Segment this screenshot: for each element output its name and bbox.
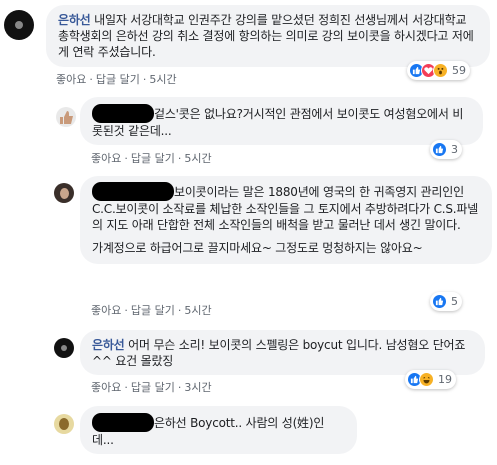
reply-button[interactable]: 답글 달기 (131, 381, 175, 394)
comment-bubble: 보이콧이라는 말은 1880년에 영국의 한 귀족영지 관리인인 C.C.보이콧… (80, 176, 492, 264)
reply-button[interactable]: 답글 달기 (131, 152, 175, 165)
comment-bubble: 은하선 Boycott.. 사람의 성(姓)인데... (80, 406, 357, 454)
comment-author[interactable]: 은하선 (92, 338, 125, 352)
avatar-face (59, 418, 69, 430)
timestamp[interactable]: 3시간 (184, 381, 211, 394)
avatar[interactable] (4, 10, 34, 40)
comment-author[interactable]: 은하선 (58, 13, 91, 27)
redacted-author (92, 413, 154, 432)
haha-icon (419, 372, 434, 387)
avatar[interactable] (54, 338, 74, 358)
thumbs-up-icon (60, 111, 73, 124)
comment-bubble: 겉스'콧은 없나요?거시적인 관점에서 보이콧도 여성혐오에서 비롯된것 같은데… (80, 97, 483, 145)
wow-icon (433, 63, 448, 78)
like-button[interactable]: 좋아요 (91, 381, 121, 394)
avatar[interactable] (54, 183, 74, 203)
reaction-count: 19 (438, 373, 452, 386)
comment-bubble: 은하선 내일자 서강대학교 인권주간 강의를 맡으셨던 정희진 선생님께서 서강… (46, 5, 490, 67)
reaction-count: 5 (451, 295, 458, 308)
reaction-summary[interactable]: 5 (430, 292, 462, 311)
avatar[interactable] (54, 414, 74, 434)
redacted-author (92, 182, 174, 201)
timestamp[interactable]: 5시간 (149, 73, 176, 86)
comment-text: 어머 무슨 소리! 보이콧의 스펠링은 boycut 입니다. 남성혐오 단어죠… (92, 338, 466, 368)
like-button[interactable]: 좋아요 (56, 73, 86, 86)
avatar-inner (15, 21, 23, 29)
avatar-face (60, 188, 69, 199)
like-button[interactable]: 좋아요 (91, 152, 121, 165)
reaction-summary[interactable]: 19 (405, 370, 456, 389)
reaction-count: 59 (452, 64, 466, 77)
like-icon (432, 142, 447, 157)
timestamp[interactable]: 5시간 (184, 304, 211, 317)
like-icon (432, 294, 447, 309)
timestamp[interactable]: 5시간 (184, 152, 211, 165)
reaction-count: 3 (451, 143, 458, 156)
comment-body: 보이콧이라는 말은 1880년에 영국의 한 귀족영지 관리인인 C.C.보이콧… (92, 182, 480, 233)
comment-text: 내일자 서강대학교 인권주간 강의를 맡으셨던 정희진 선생님께서 서강대학교 … (58, 13, 474, 59)
comment-actions: 좋아요 · 답글 달기 · 5시간 (56, 73, 177, 86)
comment-actions: 좋아요 · 답글 달기 · 3시간 (91, 381, 212, 394)
avatar[interactable] (56, 107, 76, 127)
like-button[interactable]: 좋아요 (91, 304, 121, 317)
reaction-summary[interactable]: 59 (407, 61, 470, 80)
comment-text-second: 가계정으로 하급어그로 끌지마세요~ 그정도로 멍청하지는 않아요~ (92, 241, 423, 255)
redacted-author (92, 104, 154, 123)
comment-actions: 좋아요 · 답글 달기 · 5시간 (91, 304, 212, 317)
comment-actions: 좋아요 · 답글 달기 · 5시간 (91, 152, 212, 165)
reaction-summary[interactable]: 3 (430, 140, 462, 159)
reply-button[interactable]: 답글 달기 (131, 304, 175, 317)
avatar-inner (61, 345, 67, 351)
reply-button[interactable]: 답글 달기 (96, 73, 140, 86)
comment-bubble: 은하선 어머 무슨 소리! 보이콧의 스펠링은 boycut 입니다. 남성혐오… (80, 330, 485, 375)
